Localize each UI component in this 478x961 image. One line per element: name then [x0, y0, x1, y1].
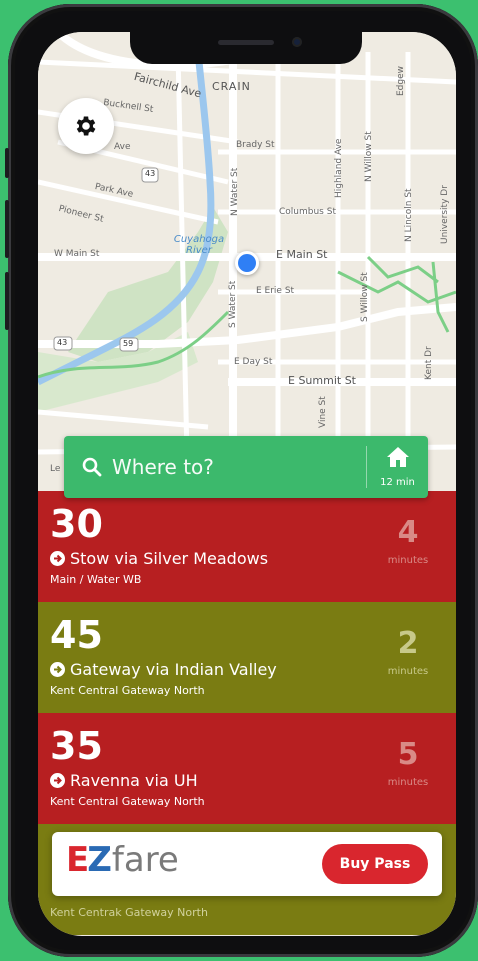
route-row[interactable]: 30 Stow via Silver Meadows Main / Water WB… — [38, 491, 456, 602]
route-minutes: 5 — [397, 737, 419, 772]
map-label-highland: Highland Ave — [334, 138, 344, 198]
route-minutes-label: minutes — [387, 555, 429, 566]
route-minutes-label: minutes — [387, 777, 429, 788]
volume-down-button — [5, 272, 9, 330]
settings-button[interactable] — [58, 98, 114, 154]
ezfare-logo: E Z fare — [66, 840, 179, 880]
gear-icon — [76, 116, 96, 136]
route-row[interactable]: 45 Gateway via Indian Valley Kent Central … — [38, 602, 456, 713]
volume-up-button — [5, 200, 9, 258]
arrow-right-circle-icon — [50, 773, 65, 788]
map-label-route43: 43 — [145, 169, 156, 178]
map-label-university: University Dr — [440, 185, 450, 244]
map-label-cuyahoga-1: Cuyahoga — [173, 234, 225, 245]
route-destination-label: Ravenna via UH — [70, 771, 198, 790]
map-label-vine: Vine St — [318, 396, 328, 428]
silent-switch — [5, 148, 9, 178]
route-minutes: 4 — [397, 515, 419, 550]
map-label-edgewood: Edgew — [396, 65, 406, 96]
search-placeholder: Where to? — [112, 455, 214, 479]
route-destination-label: Gateway via Indian Valley — [70, 660, 277, 679]
buy-pass-button[interactable]: Buy Pass — [322, 844, 428, 884]
map-label-crain: CRAIN — [212, 80, 251, 93]
route-minutes-label: minutes — [387, 666, 429, 677]
map-label-route59: 59 — [123, 339, 134, 348]
route-stop: Main / Water WB — [50, 573, 142, 586]
destination-search-input[interactable]: Where to? — [64, 436, 366, 498]
arrow-right-circle-icon — [50, 662, 65, 677]
ezfare-logo-e: E — [66, 840, 90, 880]
route-destination-label: Stow via Silver Meadows — [70, 549, 269, 568]
route-destination: Stow via Silver Meadows — [50, 549, 268, 568]
map-label-n-willow: N Willow St — [364, 131, 374, 182]
map-label-w-main: W Main St — [54, 249, 100, 259]
map-label-brady: Brady St — [236, 140, 275, 150]
map-label-n-water: N Water St — [230, 167, 240, 216]
map-view[interactable]: Fairchild Ave CRAIN Bucknell St Ave Brad… — [38, 32, 456, 502]
map-legal-link[interactable]: Le — [50, 464, 60, 474]
map-label-cuyahoga-2: River — [186, 245, 212, 256]
front-camera — [292, 37, 302, 47]
earpiece-speaker — [218, 40, 274, 45]
map-label-kent-dr: Kent Dr — [424, 346, 434, 380]
search-icon — [82, 457, 102, 477]
search-bar: Where to? 12 min — [64, 436, 428, 498]
route-row[interactable]: 35 Ravenna via UH Kent Central Gateway Nor… — [38, 713, 456, 824]
map-label-columbus: Columbus St — [279, 207, 336, 217]
route-stop: Kent Central Gateway North — [50, 684, 205, 697]
home-icon — [387, 447, 409, 467]
current-location-marker — [235, 251, 259, 275]
map-label-e-main: E Main St — [276, 248, 328, 261]
home-travel-time: 12 min — [380, 477, 415, 488]
route-destination: Ravenna via UH — [50, 771, 198, 790]
map-label-cuyahoga: Cuyahoga River — [168, 234, 230, 256]
arrow-right-circle-icon — [50, 551, 65, 566]
map-label-e-day: E Day St — [234, 357, 273, 367]
hidden-route-stop: Kent Centrak Gateway North — [50, 906, 208, 919]
map-label-s-water: S Water St — [228, 280, 238, 328]
route-number: 45 — [50, 613, 103, 657]
route-minutes: 2 — [397, 626, 419, 661]
ezfare-logo-z: Z — [87, 840, 112, 880]
ezfare-banner[interactable]: E Z fare Buy Pass — [52, 832, 442, 896]
home-shortcut-button[interactable]: 12 min — [367, 436, 428, 498]
map-label-e-summit: E Summit St — [288, 374, 356, 387]
route-number: 30 — [50, 502, 103, 546]
map-label-e-erie: E Erie St — [256, 286, 295, 296]
map-label-s-willow: S Willow St — [360, 272, 370, 322]
ezfare-logo-fare: fare — [111, 840, 179, 880]
map-label-route43b: 43 — [57, 338, 68, 347]
map-label-n-lincoln: N Lincoln St — [404, 188, 414, 242]
app-screen: Fairchild Ave CRAIN Bucknell St Ave Brad… — [38, 32, 456, 936]
route-destination: Gateway via Indian Valley — [50, 660, 277, 679]
map-label-ave: Ave — [114, 142, 131, 152]
phone-notch — [130, 32, 362, 64]
route-stop: Kent Central Gateway North — [50, 795, 205, 808]
route-number: 35 — [50, 724, 103, 768]
